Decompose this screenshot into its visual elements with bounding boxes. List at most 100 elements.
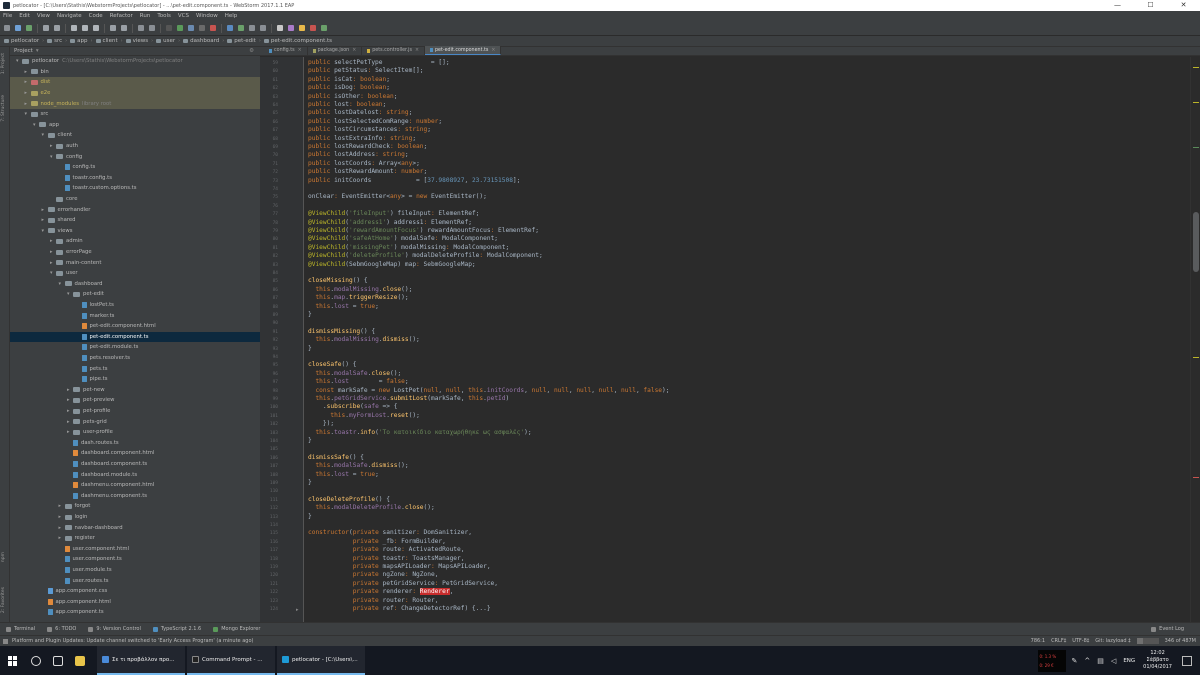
npm-tool-tab[interactable]: npm bbox=[1, 552, 6, 562]
tree-item-dashmenu-component-ts[interactable]: dashmenu.component.ts bbox=[10, 491, 260, 502]
pen-icon[interactable]: ✎ bbox=[1072, 657, 1078, 665]
code-line[interactable]: onClear: EventEmitter<any> = new EventEm… bbox=[308, 193, 487, 201]
code-line[interactable]: public initCoords = [37.9808927, 23.7315… bbox=[308, 177, 520, 185]
terminal-icon[interactable] bbox=[321, 25, 327, 31]
tree-item-toastr-config-ts[interactable]: toastr.config.ts bbox=[10, 173, 260, 184]
collapse-arrow-icon[interactable]: ▸ bbox=[59, 514, 65, 520]
project-view-selector[interactable]: Project bbox=[14, 48, 33, 54]
error-stripe-mark[interactable] bbox=[1193, 477, 1199, 478]
gear-icon[interactable]: ⚙ bbox=[249, 48, 254, 54]
tree-item-navbar-dashboard[interactable]: ▸ navbar-dashboard bbox=[10, 522, 260, 533]
code-line[interactable]: private ngZone: NgZone, bbox=[308, 571, 439, 579]
code-line[interactable]: this.modalMissing.dismiss(); bbox=[308, 336, 419, 344]
tree-item-node-modules[interactable]: ▸ node_modules library root bbox=[10, 98, 260, 109]
collapse-arrow-icon[interactable]: ▸ bbox=[59, 503, 65, 509]
code-line[interactable]: this.modalSafe.close(); bbox=[308, 370, 401, 378]
menu-tools[interactable]: Tools bbox=[157, 13, 171, 19]
tree-item-core[interactable]: core bbox=[10, 194, 260, 205]
tree-item-shared[interactable]: ▸ shared bbox=[10, 215, 260, 226]
code-line[interactable]: closeDeleteProfile() { bbox=[308, 496, 390, 504]
help-icon[interactable] bbox=[310, 25, 316, 31]
tree-item-dashboard[interactable]: ▾ dashboard bbox=[10, 279, 260, 290]
code-line[interactable]: @ViewChild('fileInput') fileInput: Eleme… bbox=[308, 210, 479, 218]
tree-item-app-component-html[interactable]: app.component.html bbox=[10, 597, 260, 608]
vcs-update-icon[interactable] bbox=[227, 25, 233, 31]
editor-scroll-thumb[interactable] bbox=[1193, 212, 1199, 272]
code-line[interactable]: this.modalMissing.close(); bbox=[308, 286, 412, 294]
code-line[interactable]: @ViewChild('deleteProfile') modalDeleteP… bbox=[308, 252, 543, 260]
collapse-arrow-icon[interactable]: ▸ bbox=[42, 217, 48, 223]
close-icon[interactable]: × bbox=[491, 48, 495, 53]
tree-item-user-module-ts[interactable]: user.module.ts bbox=[10, 565, 260, 576]
network-icon[interactable]: ▤ bbox=[1097, 657, 1104, 665]
tree-item-admin[interactable]: ▸ admin bbox=[10, 236, 260, 247]
code-line[interactable]: public lostExtraInfo: string; bbox=[308, 135, 416, 143]
tree-item-pets-resolver-ts[interactable]: pets.resolver.ts bbox=[10, 353, 260, 364]
collapse-arrow-icon[interactable]: ▸ bbox=[25, 101, 31, 107]
volume-icon[interactable]: ◁ bbox=[1111, 657, 1116, 665]
code-line[interactable]: public isCat: boolean; bbox=[308, 76, 390, 84]
stop-icon[interactable] bbox=[210, 25, 216, 31]
tree-item-app-component-css[interactable]: app.component.css bbox=[10, 586, 260, 597]
menu-edit[interactable]: Edit bbox=[19, 13, 30, 19]
collapse-arrow-icon[interactable]: ▸ bbox=[25, 79, 31, 85]
expand-arrow-icon[interactable]: ▾ bbox=[42, 228, 48, 234]
code-line[interactable]: this.lost = true; bbox=[308, 303, 378, 311]
collapse-arrow-icon[interactable]: ▸ bbox=[59, 535, 65, 541]
save-icon[interactable] bbox=[15, 25, 21, 31]
tree-item-dash-routes-ts[interactable]: dash.routes.ts bbox=[10, 438, 260, 449]
tree-item-dashboard-component-html[interactable]: dashboard.component.html bbox=[10, 448, 260, 459]
debug-icon[interactable] bbox=[188, 25, 194, 31]
event-log-tool-button[interactable]: Event Log bbox=[1151, 626, 1184, 632]
open-icon[interactable] bbox=[4, 25, 10, 31]
code-line[interactable]: const markSafe = new LostPet(null, null,… bbox=[308, 387, 669, 395]
tree-item-dashmenu-component-html[interactable]: dashmenu.component.html bbox=[10, 480, 260, 491]
tree-item-pet-edit[interactable]: ▾ pet-edit bbox=[10, 289, 260, 300]
tree-item-register[interactable]: ▸ register bbox=[10, 533, 260, 544]
code-line[interactable]: public lostSelectedComRange: number; bbox=[308, 118, 442, 126]
code-line[interactable]: private ref: ChangeDetectorRef) {...} bbox=[308, 605, 491, 613]
code-line[interactable]: }); bbox=[308, 420, 334, 428]
code-line[interactable]: @ViewChild(SebmGoogleMap) map: SebmGoogl… bbox=[308, 261, 476, 269]
code-line[interactable]: this.modalDeleteProfile.close(); bbox=[308, 504, 434, 512]
collapse-arrow-icon[interactable]: ▸ bbox=[25, 90, 31, 96]
tree-item-e2e[interactable]: ▸ e2e bbox=[10, 87, 260, 99]
menu-refactor[interactable]: Refactor bbox=[110, 13, 133, 19]
tree-item-auth[interactable]: ▸ auth bbox=[10, 141, 260, 152]
undo-icon[interactable] bbox=[43, 25, 49, 31]
terminal-tool-button[interactable]: Terminal bbox=[6, 626, 35, 632]
code-line[interactable]: this.lost = true; bbox=[308, 471, 378, 479]
replace-icon[interactable] bbox=[121, 25, 127, 31]
minimize-button[interactable]: — bbox=[1101, 0, 1134, 11]
error-stripe-mark[interactable] bbox=[1193, 147, 1199, 148]
file-explorer-icon[interactable] bbox=[75, 655, 85, 666]
tree-item-user-component-ts[interactable]: user.component.ts bbox=[10, 554, 260, 565]
settings-icon[interactable] bbox=[277, 25, 283, 31]
breadcrumb-item[interactable]: src › bbox=[47, 38, 67, 44]
code-line[interactable]: public isDog: boolean; bbox=[308, 84, 390, 92]
expand-arrow-icon[interactable]: ▾ bbox=[59, 281, 65, 287]
code-line[interactable]: this.map.triggerResize(); bbox=[308, 294, 408, 302]
code-line[interactable]: dismissSafe() { bbox=[308, 454, 364, 462]
breadcrumb-item[interactable]: petlocator › bbox=[4, 38, 44, 44]
tree-item-app-component-ts[interactable]: app.component.ts bbox=[10, 607, 260, 618]
fold-icon[interactable]: ▸ bbox=[296, 607, 299, 613]
code-line[interactable]: this.toastr.info('Το κατοικίδιο καταχωρή… bbox=[308, 429, 531, 437]
menu-window[interactable]: Window bbox=[196, 13, 218, 19]
tab-pets-controller[interactable]: pets.controller.js × bbox=[362, 46, 425, 55]
language-indicator[interactable]: ENG bbox=[1123, 658, 1135, 664]
code-line[interactable]: @ViewChild('address1') address1: Element… bbox=[308, 219, 472, 227]
tree-item-pet-preview[interactable]: ▸ pet-preview bbox=[10, 395, 260, 406]
code-line[interactable]: closeSafe() { bbox=[308, 361, 356, 369]
redo-icon[interactable] bbox=[54, 25, 60, 31]
code-line[interactable]: private _fb: FormBuilder, bbox=[308, 538, 446, 546]
tree-item-pets-ts[interactable]: pets.ts bbox=[10, 363, 260, 374]
tree-item-pet-new[interactable]: ▸ pet-new bbox=[10, 385, 260, 396]
code-line[interactable]: .subscribe(safe => { bbox=[308, 403, 398, 411]
windows-start-icon[interactable] bbox=[8, 655, 18, 666]
paste-icon[interactable] bbox=[93, 25, 99, 31]
mongo-explorer-tool-button[interactable]: Mongo Explorer bbox=[213, 626, 260, 632]
tree-item-login[interactable]: ▸ login bbox=[10, 512, 260, 523]
code-line[interactable]: @ViewChild('rewardAmountFocus') rewardAm… bbox=[308, 227, 539, 235]
menu-navigate[interactable]: Navigate bbox=[57, 13, 82, 19]
